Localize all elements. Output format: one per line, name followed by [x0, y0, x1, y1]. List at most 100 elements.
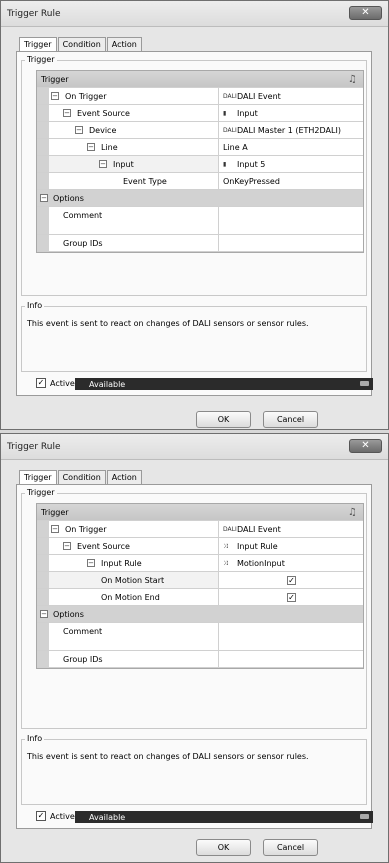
property-value[interactable]: DALI Event: [237, 525, 281, 534]
tab-panel: Trigger Trigger ♫ − On Trigger DALI DALI…: [16, 484, 373, 829]
group-ids-value[interactable]: [219, 651, 363, 667]
property-label: On Trigger: [65, 525, 107, 534]
dali-icon: DALI: [223, 127, 237, 134]
property-row[interactable]: − Event Source ▮ Input: [37, 105, 363, 122]
title-bar: Trigger Rule ✕: [1, 1, 388, 27]
collapse-icon[interactable]: −: [75, 126, 83, 134]
input-icon: ▮: [223, 110, 227, 117]
trigger-group-label: Trigger: [25, 488, 57, 497]
grid-header-label: Trigger: [41, 75, 69, 84]
info-group-label: Info: [25, 734, 45, 743]
active-checkbox[interactable]: ✓: [36, 378, 46, 388]
options-section[interactable]: − Options: [37, 606, 363, 623]
property-label: Event Source: [77, 109, 130, 118]
property-row[interactable]: − Input Rule ⤨ MotionInput: [37, 555, 363, 572]
tab-action[interactable]: Action: [106, 470, 142, 485]
status-bar: Available: [75, 378, 373, 390]
tab-strip: Trigger Condition Action: [19, 37, 143, 53]
trigger-rule-dialog: Trigger Rule ✕ Trigger Condition Action …: [0, 433, 389, 863]
property-value[interactable]: OnKeyPressed: [223, 177, 280, 186]
cancel-button[interactable]: Cancel: [263, 411, 318, 428]
property-row[interactable]: Group IDs: [37, 651, 363, 668]
collapse-icon[interactable]: −: [87, 143, 95, 151]
property-grid: Trigger ♫ − On Trigger DALI DALI Event −…: [36, 503, 364, 669]
info-group-label: Info: [25, 301, 45, 310]
property-row[interactable]: − Event Source ⤨ Input Rule: [37, 538, 363, 555]
motion-start-checkbox[interactable]: ✓: [287, 576, 296, 585]
property-grid: Trigger ♫ − On Trigger DALI DALI Event −…: [36, 70, 364, 253]
motion-end-checkbox[interactable]: ✓: [287, 593, 296, 602]
dali-icon: DALI: [223, 526, 237, 533]
title-bar: Trigger Rule ✕: [1, 434, 388, 460]
property-row[interactable]: − Device DALI DALI Master 1 (ETH2DALI): [37, 122, 363, 139]
property-row[interactable]: − On Trigger DALI DALI Event: [37, 521, 363, 538]
property-label: Event Type: [123, 177, 167, 186]
trigger-rule-dialog: Trigger Rule ✕ Trigger Condition Action …: [0, 0, 389, 430]
dali-icon: DALI: [223, 93, 237, 100]
options-label: Options: [53, 194, 84, 203]
property-row-selected[interactable]: − Input ▮ Input 5: [37, 156, 363, 173]
property-value[interactable]: Line A: [223, 143, 248, 152]
ok-button[interactable]: OK: [196, 839, 251, 856]
tab-condition[interactable]: Condition: [57, 37, 106, 52]
comment-value[interactable]: [219, 623, 363, 650]
window-title: Trigger Rule: [7, 442, 61, 452]
property-label: Line: [101, 143, 118, 152]
comment-value[interactable]: [219, 207, 363, 234]
comment-label: Comment: [63, 211, 103, 220]
property-row[interactable]: − On Trigger DALI DALI Event: [37, 88, 363, 105]
collapse-icon[interactable]: −: [40, 610, 48, 618]
grid-header-label: Trigger: [41, 508, 69, 517]
status-icon: [360, 381, 369, 386]
active-label: Active: [50, 812, 75, 821]
property-row[interactable]: On Motion End ✓: [37, 589, 363, 606]
collapse-icon[interactable]: −: [51, 525, 59, 533]
group-ids-value[interactable]: [219, 235, 363, 251]
rule-icon: ⤨: [223, 543, 228, 550]
trigger-group-label: Trigger: [25, 55, 57, 64]
collapse-icon[interactable]: −: [51, 92, 59, 100]
info-text: This event is sent to react on changes o…: [27, 319, 309, 328]
collapse-icon[interactable]: −: [63, 109, 71, 117]
trigger-icon: ♫: [348, 74, 357, 85]
property-value[interactable]: DALI Master 1 (ETH2DALI): [237, 126, 341, 135]
trigger-icon: ♫: [348, 507, 357, 518]
window-title: Trigger Rule: [7, 9, 61, 19]
group-ids-label: Group IDs: [63, 239, 103, 248]
property-value[interactable]: DALI Event: [237, 92, 281, 101]
tab-condition[interactable]: Condition: [57, 470, 106, 485]
property-row[interactable]: Comment: [37, 207, 363, 235]
tab-action[interactable]: Action: [106, 37, 142, 52]
property-row[interactable]: − Line Line A: [37, 139, 363, 156]
ok-button[interactable]: OK: [196, 411, 251, 428]
status-icon: [360, 814, 369, 819]
property-row[interactable]: Event Type OnKeyPressed: [37, 173, 363, 190]
grid-header: Trigger ♫: [37, 71, 363, 88]
property-label: On Motion End: [101, 593, 160, 602]
active-checkbox[interactable]: ✓: [36, 811, 46, 821]
cancel-button[interactable]: Cancel: [263, 839, 318, 856]
close-button[interactable]: ✕: [349, 6, 382, 20]
close-button[interactable]: ✕: [349, 439, 382, 453]
property-value[interactable]: MotionInput: [237, 559, 285, 568]
property-label: Input Rule: [101, 559, 142, 568]
input-icon: ▮: [223, 161, 227, 168]
options-section[interactable]: − Options: [37, 190, 363, 207]
property-value[interactable]: Input Rule: [237, 542, 278, 551]
tab-strip: Trigger Condition Action: [19, 470, 143, 486]
property-value[interactable]: Input: [237, 109, 258, 118]
collapse-icon[interactable]: −: [99, 160, 107, 168]
property-row[interactable]: Group IDs: [37, 235, 363, 252]
tab-panel: Trigger Trigger ♫ − On Trigger DALI DALI…: [16, 51, 373, 396]
property-label: Event Source: [77, 542, 130, 551]
collapse-icon[interactable]: −: [40, 194, 48, 202]
info-text: This event is sent to react on changes o…: [27, 752, 309, 761]
group-ids-label: Group IDs: [63, 655, 103, 664]
property-row[interactable]: On Motion Start ✓: [37, 572, 363, 589]
property-row[interactable]: Comment: [37, 623, 363, 651]
collapse-icon[interactable]: −: [87, 559, 95, 567]
property-value[interactable]: Input 5: [237, 160, 265, 169]
collapse-icon[interactable]: −: [63, 542, 71, 550]
comment-label: Comment: [63, 627, 103, 636]
property-label: On Motion Start: [101, 576, 165, 585]
